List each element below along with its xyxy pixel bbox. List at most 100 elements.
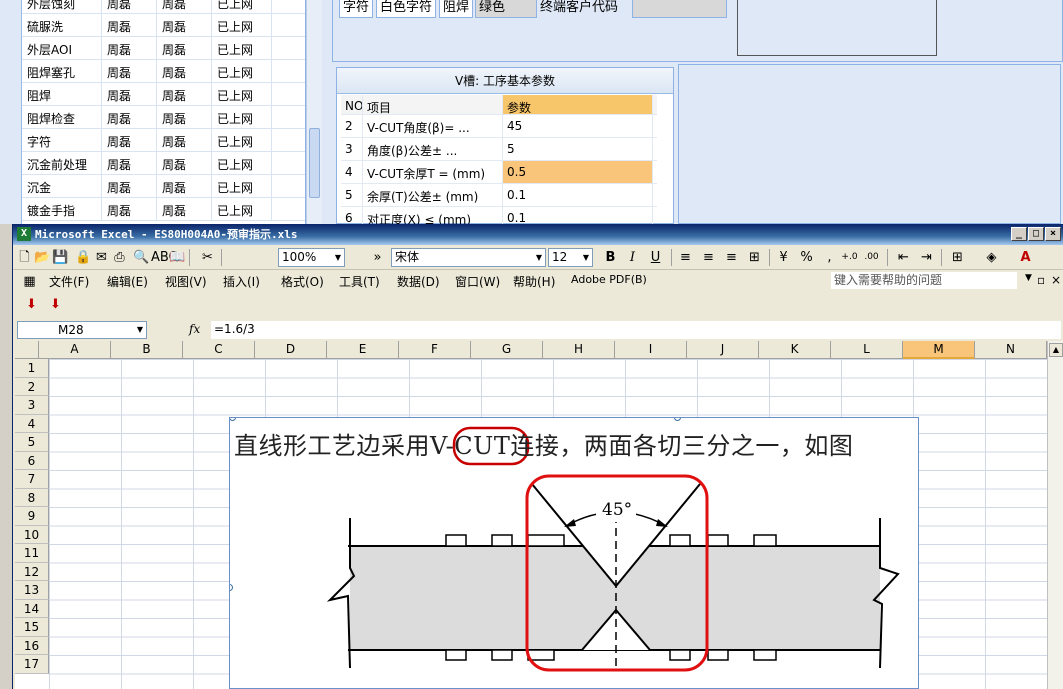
row-header[interactable]: 17: [15, 655, 49, 674]
font-color-icon[interactable]: A: [1017, 249, 1034, 266]
menu-data[interactable]: 数据(D): [397, 273, 440, 290]
row-header[interactable]: 4: [15, 414, 49, 433]
row-header[interactable]: 13: [15, 581, 49, 600]
merge-center-icon[interactable]: ⊞: [746, 249, 763, 266]
font-combo[interactable]: 宋体 ▼: [391, 248, 546, 267]
borders-icon[interactable]: ⊞: [949, 249, 966, 266]
doc-restore-icon[interactable]: ▫: [1037, 273, 1045, 287]
table-header-cell[interactable]: 参数: [503, 95, 653, 114]
tab-white-silkscreen[interactable]: 白色字符: [376, 0, 437, 18]
formula-input[interactable]: =1.6/3: [211, 321, 1061, 339]
column-header[interactable]: D: [255, 341, 327, 359]
pdf-email-icon[interactable]: ⬇: [47, 296, 64, 313]
column-header[interactable]: L: [831, 341, 903, 359]
chevron-down-icon[interactable]: ▼: [1025, 273, 1032, 283]
row-header[interactable]: 10: [15, 525, 49, 544]
column-header[interactable]: B: [111, 341, 183, 359]
menu-window[interactable]: 窗口(W): [455, 273, 500, 290]
scroll-thumb[interactable]: [309, 128, 320, 198]
menu-help[interactable]: 帮助(H): [513, 273, 555, 290]
menu-adobe-pdf[interactable]: Adobe PDF(B): [571, 273, 647, 286]
column-header[interactable]: I: [615, 341, 687, 359]
font-size-combo[interactable]: 12 ▼: [548, 248, 593, 267]
doc-close-icon[interactable]: ×: [1051, 273, 1061, 287]
row-header[interactable]: 3: [15, 396, 49, 415]
row-header[interactable]: 9: [15, 507, 49, 526]
list-item[interactable]: 字符 周磊 周磊 已上网: [22, 129, 305, 152]
customer-code-field[interactable]: [632, 0, 727, 18]
list-item[interactable]: 阻焊塞孔 周磊 周磊 已上网: [22, 60, 305, 83]
column-header[interactable]: M: [903, 341, 975, 359]
menu-view[interactable]: 视图(V): [165, 273, 207, 290]
list-item[interactable]: 外层AOI 周磊 周磊 已上网: [22, 37, 305, 60]
comma-icon[interactable]: ,: [821, 249, 838, 266]
column-header[interactable]: H: [543, 341, 615, 359]
list-item[interactable]: 镀金手指 周磊 周磊 已上网: [22, 198, 305, 221]
menu-format[interactable]: 格式(O): [281, 273, 324, 290]
menu-file[interactable]: 文件(F): [49, 273, 89, 290]
close-button[interactable]: ×: [1045, 227, 1061, 241]
align-right-icon[interactable]: ≡: [723, 249, 740, 266]
new-icon[interactable]: 🗋: [16, 249, 33, 266]
row-header[interactable]: 16: [15, 636, 49, 655]
align-left-icon[interactable]: ≡: [677, 249, 694, 266]
scroll-up-icon[interactable]: ▲: [1049, 343, 1063, 357]
italic-icon[interactable]: I: [624, 249, 641, 266]
name-box[interactable]: M28 ▼: [17, 321, 147, 339]
process-list-scrollbar[interactable]: [306, 0, 322, 224]
row-header[interactable]: 1: [15, 359, 49, 378]
underline-icon[interactable]: U: [647, 249, 664, 266]
table-cell[interactable]: 45: [503, 115, 653, 137]
table-cell[interactable]: 5: [503, 138, 653, 160]
row-header[interactable]: 15: [15, 618, 49, 637]
row-header[interactable]: 2: [15, 377, 49, 396]
row-header[interactable]: 8: [15, 488, 49, 507]
spelling-icon[interactable]: ABC: [151, 249, 178, 266]
menu-tools[interactable]: 工具(T): [339, 273, 380, 290]
print-icon[interactable]: ⎙: [111, 249, 128, 266]
email-icon[interactable]: ✉: [93, 249, 110, 266]
decrease-indent-icon[interactable]: ⇤: [895, 249, 912, 266]
column-header[interactable]: K: [759, 341, 831, 359]
currency-icon[interactable]: ¥: [775, 249, 792, 266]
list-item[interactable]: 阻焊 周磊 周磊 已上网: [22, 83, 305, 106]
pdf-convert-icon[interactable]: ⬇: [23, 296, 40, 313]
help-search-input[interactable]: 键入需要帮助的问题: [831, 272, 1017, 289]
percent-icon[interactable]: %: [798, 249, 815, 266]
toolbar-options-icon[interactable]: »: [369, 249, 386, 266]
select-all-corner[interactable]: [15, 341, 39, 359]
cut-icon[interactable]: ✂: [199, 249, 216, 266]
table-row[interactable]: 3 角度(β)公差± ... 5: [341, 138, 657, 161]
list-item[interactable]: 硫脲洗 周磊 周磊 已上网: [22, 14, 305, 37]
excel-doc-icon[interactable]: ▦: [21, 273, 38, 290]
table-row[interactable]: 2 V-CUT角度(β)= ... 45: [341, 115, 657, 138]
list-item[interactable]: 外层蚀刻 周磊 周磊 已上网: [22, 0, 305, 14]
bold-icon[interactable]: B: [602, 249, 619, 266]
increase-indent-icon[interactable]: ⇥: [918, 249, 935, 266]
column-header[interactable]: N: [975, 341, 1047, 359]
table-row[interactable]: 4 V-CUT余厚T = (mm) 0.5: [341, 161, 657, 184]
menu-insert[interactable]: 插入(I): [223, 273, 260, 290]
print-preview-icon[interactable]: 🔍: [133, 249, 150, 266]
minimize-button[interactable]: _: [1011, 227, 1027, 241]
column-header[interactable]: C: [183, 341, 255, 359]
table-header-cell[interactable]: 项目: [363, 95, 503, 114]
row-header[interactable]: 5: [15, 433, 49, 452]
column-header[interactable]: G: [471, 341, 543, 359]
align-center-icon[interactable]: ≡: [700, 249, 717, 266]
fill-color-icon[interactable]: ◈: [983, 249, 1000, 266]
column-header[interactable]: E: [327, 341, 399, 359]
table-header-cell[interactable]: NO: [341, 95, 363, 114]
fx-icon[interactable]: fx: [189, 322, 200, 336]
column-header[interactable]: F: [399, 341, 471, 359]
row-header[interactable]: 6: [15, 451, 49, 470]
row-header[interactable]: 14: [15, 599, 49, 618]
zoom-combo[interactable]: 100% ▼: [278, 248, 345, 267]
menu-edit[interactable]: 编辑(E): [107, 273, 148, 290]
table-row[interactable]: 5 余厚(T)公差± (mm) 0.1: [341, 184, 657, 207]
research-icon[interactable]: 📖: [169, 249, 186, 266]
column-header[interactable]: J: [687, 341, 759, 359]
row-header[interactable]: 7: [15, 470, 49, 489]
increase-decimal-icon[interactable]: +.0: [841, 249, 858, 266]
decrease-decimal-icon[interactable]: .00: [863, 249, 880, 266]
